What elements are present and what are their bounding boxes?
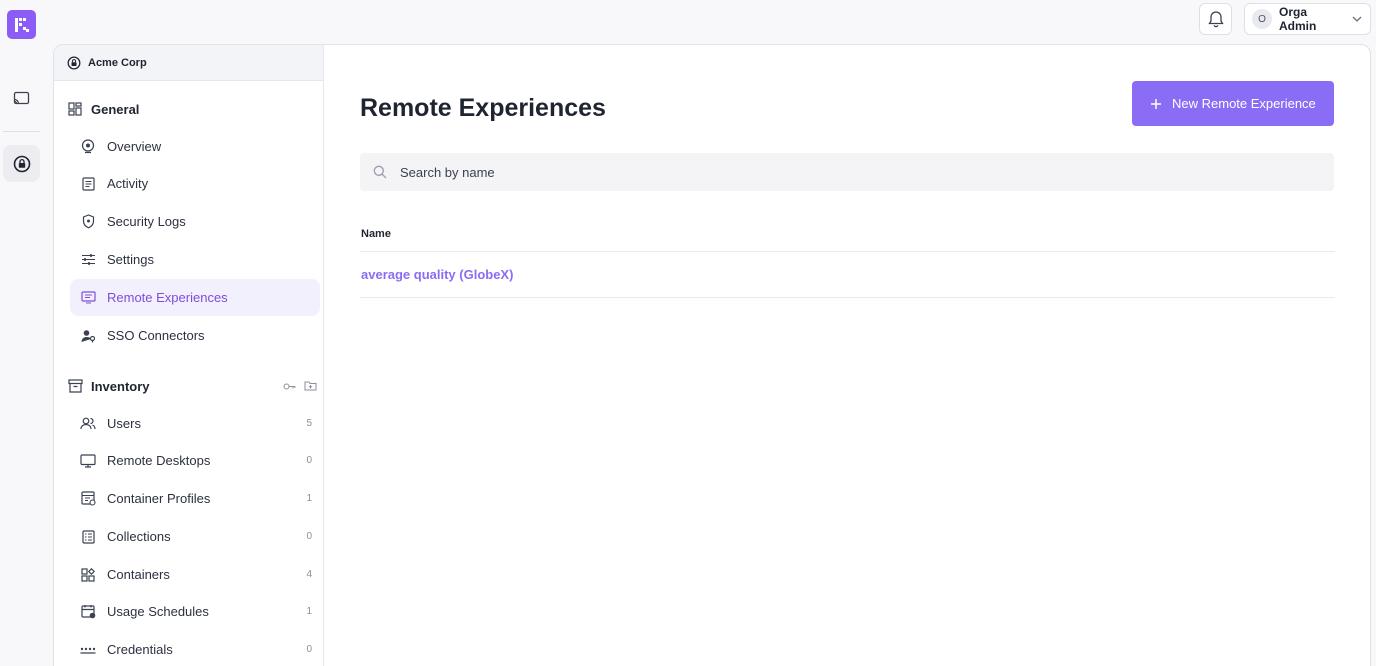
sidebar-item-activity[interactable]: Activity (70, 165, 320, 202)
sidebar-item-users[interactable]: Users 5 (70, 405, 320, 442)
sidebar-item-label: Users (107, 416, 141, 431)
rail-divider (3, 131, 40, 132)
user-menu-button[interactable]: O Orga Admin (1244, 3, 1371, 35)
add-folder-icon[interactable] (304, 379, 317, 394)
search-input[interactable] (400, 164, 1300, 180)
app-logo[interactable] (7, 10, 36, 39)
sidebar-item-label: Security Logs (107, 214, 186, 229)
sidebar-item-remote-desktops[interactable]: Remote Desktops 0 (70, 442, 320, 479)
item-count: 4 (306, 569, 312, 580)
sidebar-item-label: Containers (107, 567, 170, 582)
dashboard-icon (67, 101, 83, 117)
sidebar-item-usage-schedules[interactable]: Usage Schedules 1 (70, 593, 320, 630)
archive-icon (67, 378, 83, 394)
lock-circle-icon (67, 56, 81, 69)
sidebar-item-label: Activity (107, 176, 149, 191)
lock-circle-icon (13, 155, 30, 172)
avatar: O (1252, 9, 1272, 29)
experience-link[interactable]: average quality (GlobeX) (361, 267, 513, 282)
user-name: Orga Admin (1279, 5, 1317, 33)
page-title: Remote Experiences (360, 94, 606, 122)
settings-icon (80, 252, 96, 268)
sidebar-item-collections[interactable]: Collections 0 (70, 518, 320, 555)
item-count: 1 (306, 606, 312, 617)
search-bar[interactable] (360, 153, 1334, 191)
sidebar-item-label: Remote Desktops (107, 453, 211, 468)
table-header: Name (360, 217, 1335, 252)
sidebar-item-security-logs[interactable]: Security Logs (70, 203, 320, 240)
content-panel: Acme Corp General Overview Activity Secu… (53, 44, 1371, 666)
column-header-name: Name (361, 228, 391, 240)
sidebar-item-label: Collections (107, 529, 171, 544)
sidebar-item-label: Overview (107, 139, 162, 154)
sidebar-item-containers[interactable]: Containers 4 (70, 556, 320, 593)
cast-icon (13, 91, 30, 105)
sidebar-item-settings[interactable]: Settings (70, 241, 320, 278)
rail-cast-button[interactable] (3, 80, 40, 117)
main-content: Remote Experiences New Remote Experience… (324, 45, 1370, 666)
item-count: 0 (306, 644, 312, 655)
search-icon (373, 165, 387, 179)
org-header[interactable]: Acme Corp (54, 45, 323, 81)
shield-icon (80, 214, 96, 230)
item-count: 1 (306, 493, 312, 504)
item-count: 5 (306, 418, 312, 429)
new-remote-experience-button[interactable]: New Remote Experience (1132, 81, 1334, 126)
sidebar-item-overview[interactable]: Overview (70, 128, 320, 165)
overview-icon (80, 139, 96, 155)
calendar-icon (80, 604, 96, 620)
containers-icon (80, 567, 96, 583)
table-row[interactable]: average quality (GlobeX) (360, 252, 1335, 298)
sidebar-item-remote-experiences[interactable]: Remote Experiences (70, 279, 320, 316)
item-count: 0 (306, 455, 312, 466)
experiences-table: Name average quality (GlobeX) (360, 217, 1335, 298)
section-general: General (67, 99, 317, 119)
sidebar-item-label: SSO Connectors (107, 328, 205, 343)
chevron-down-icon (1352, 16, 1362, 22)
logo-icon (14, 17, 29, 32)
monitor-icon (80, 453, 96, 469)
sidebar-item-sso-connectors[interactable]: SSO Connectors (70, 317, 320, 354)
sidebar-item-label: Credentials (107, 642, 173, 657)
sidebar-item-label: Container Profiles (107, 491, 211, 506)
sidebar-item-label: Usage Schedules (107, 604, 209, 619)
org-name: Acme Corp (88, 56, 147, 69)
item-count: 0 (306, 531, 312, 542)
plus-icon (1151, 98, 1161, 109)
key-icon[interactable] (283, 379, 296, 394)
section-inventory: Inventory (67, 376, 317, 396)
sidebar-item-container-profiles[interactable]: Container Profiles 1 (70, 480, 320, 517)
sidebar: Acme Corp General Overview Activity Secu… (54, 45, 324, 666)
bell-icon (1207, 11, 1224, 28)
rail-organization-button[interactable] (3, 145, 40, 182)
users-icon (80, 416, 96, 432)
notifications-button[interactable] (1199, 3, 1232, 35)
button-label: New Remote Experience (1172, 96, 1316, 111)
collection-icon (80, 529, 96, 545)
section-title: General (91, 101, 140, 117)
section-title: Inventory (91, 378, 150, 394)
sidebar-item-label: Settings (107, 252, 154, 267)
remote-experience-icon (80, 290, 96, 306)
activity-icon (80, 176, 96, 192)
sidebar-item-credentials[interactable]: Credentials 0 (70, 631, 320, 666)
sso-icon (80, 328, 96, 344)
sidebar-item-label: Remote Experiences (107, 290, 228, 305)
container-profile-icon (80, 491, 96, 507)
credentials-icon (80, 642, 96, 658)
inventory-tools (283, 379, 317, 394)
